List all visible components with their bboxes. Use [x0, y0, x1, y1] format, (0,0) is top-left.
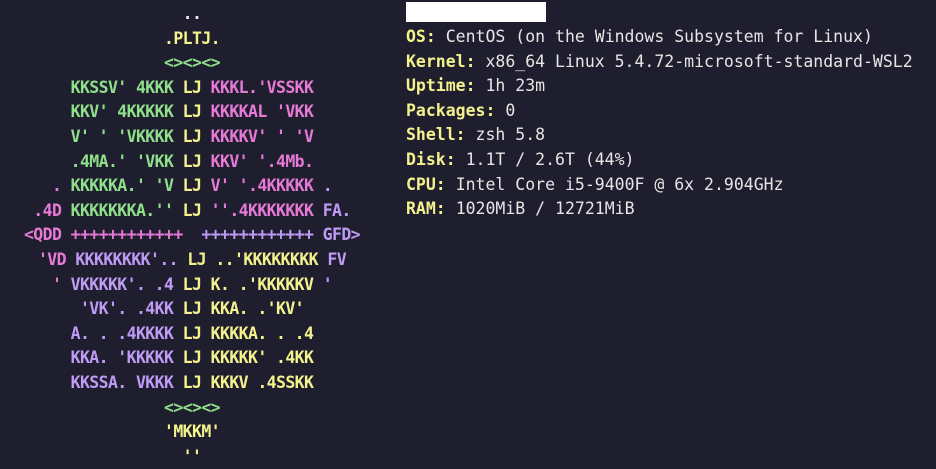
logo-segment: LJ: [182, 323, 211, 343]
logo-segment: K. .'KKKKKV: [210, 274, 323, 294]
info-row: CPU: Intel Core i5-9400F @ 6x 2.904GHz: [406, 173, 913, 198]
info-value: x86_64 Linux 5.4.72-microsoft-standard-W…: [485, 51, 913, 71]
logo-segment: A. . .4KKKK: [70, 323, 183, 343]
logo-line: . KKKKKA.' 'V LJ V' '.4KKKKK .: [0, 174, 384, 199]
logo-line: 'MKKM': [0, 420, 384, 445]
info-value: CentOS (on the Windows Subsystem for Lin…: [445, 27, 873, 46]
info-value: 1020MiB / 12721MiB: [455, 199, 635, 219]
logo-segment: 'VK'. .4KK: [79, 299, 183, 319]
logo-line: <QDD ++++++++++++ ++++++++++++ GFD>: [0, 223, 384, 248]
logo-segment: LJ: [182, 176, 211, 196]
info-row: OS: CentOS (on the Windows Subsystem for…: [406, 25, 913, 50]
logo-line: KKSSA. VKKK LJ KKKV .4SSKK: [0, 371, 384, 396]
logo-segment: FA.: [322, 200, 352, 220]
info-key: OS:: [406, 27, 436, 46]
info-row: Uptime: 1h 23m: [406, 74, 913, 99]
logo-line: .4D KKKKKKKA.'' LJ ''.4KKKKKKK FA.: [0, 199, 384, 224]
logo-line: KKA. 'KKKKK LJ KKKKK' .4KK: [0, 346, 384, 371]
logo-line: V' ' 'VKKKK LJ KKKKV' ' 'V: [0, 125, 384, 150]
info-value: Intel Core i5-9400F @ 6x 2.904GHz: [455, 174, 784, 194]
logo-segment: LJ: [182, 127, 211, 146]
logo-line: '': [0, 445, 384, 469]
logo-segment: LJ: [187, 250, 216, 269]
logo-segment: .: [322, 176, 333, 196]
info-key: RAM:: [406, 199, 446, 219]
info-key: Packages:: [406, 100, 496, 120]
logo-line: ' VKKKKK'. .4 LJ K. .'KKKKKV ': [0, 273, 384, 298]
logo-segment: 'VD: [37, 250, 76, 269]
logo-segment: KKSSV' 4KKK: [70, 77, 183, 97]
logo-segment: <><><>: [163, 53, 221, 73]
logo-segment: ++++++++++++ GFD>: [201, 225, 361, 245]
info-value: 0: [505, 100, 516, 120]
logo-segment: KKKKV' ' 'V: [210, 127, 314, 146]
logo-segment: LJ: [182, 200, 211, 220]
logo-segment: .4MA.' 'VKK: [70, 151, 183, 171]
info-value: zsh 5.8: [475, 125, 546, 145]
logo-segment: KKKKA. . .4: [210, 323, 314, 343]
logo-segment: KKKKAL 'VKK: [210, 102, 314, 122]
logo-line: <><><>: [0, 396, 384, 421]
logo-segment: LJ: [182, 373, 211, 392]
logo-segment: KKV' 4KKKKK: [70, 102, 183, 122]
info-key: Disk:: [406, 149, 456, 169]
info-row: Shell: zsh 5.8: [406, 123, 913, 148]
logo-segment: LJ: [182, 102, 211, 122]
logo-line: ..: [0, 2, 384, 27]
logo-segment: ..: [182, 4, 202, 23]
info-row: Packages: 0: [406, 99, 913, 124]
logo-line: 'VK'. .4KK LJ KKA. .'KV': [0, 297, 384, 322]
logo-segment: 'MKKM': [163, 422, 221, 442]
info-row: RAM: 1020MiB / 12721MiB: [406, 197, 913, 222]
logo-segment: FV: [327, 250, 347, 269]
logo-line: <><><>: [0, 51, 384, 76]
system-info-panel: OS: CentOS (on the Windows Subsystem for…: [406, 25, 913, 222]
logo-segment: ++++++++++++: [70, 225, 202, 245]
logo-line: KKSSV' 4KKK LJ KKKL.'VSSKK: [0, 76, 384, 101]
logo-segment: VKKKKK'. .4: [70, 274, 183, 294]
logo-segment: <><><>: [163, 397, 221, 417]
logo-segment: ': [322, 274, 333, 294]
logo-segment: .: [51, 176, 71, 196]
logo-segment: KKV' '.4Mb.: [210, 151, 314, 171]
info-value: 1.1T / 2.6T (44%): [465, 149, 635, 169]
logo-line: 'VD KKKKKKKK'.. LJ ..'KKKKKKKK FV: [0, 248, 384, 273]
logo-segment: ..'KKKKKKKK: [215, 250, 328, 269]
logo-segment: LJ: [182, 299, 211, 319]
redacted-hostname: [406, 2, 546, 22]
logo-segment: .4D: [33, 200, 71, 220]
info-key: CPU:: [406, 174, 446, 194]
logo-segment: ''.4KKKKKKK: [210, 200, 323, 220]
logo-segment: KKKKK' .4KK: [210, 348, 314, 368]
logo-line: .4MA.' 'VKK LJ KKV' '.4Mb.: [0, 150, 384, 175]
info-key: Uptime:: [406, 76, 476, 96]
logo-line: .PLTJ.: [0, 27, 384, 52]
info-row: Kernel: x86_64 Linux 5.4.72-microsoft-st…: [406, 50, 913, 75]
logo-segment: KKKL.'VSSKK: [210, 77, 314, 97]
logo-segment: KKSSA. VKKK: [70, 373, 183, 392]
logo-line: A. . .4KKKK LJ KKKKA. . .4: [0, 322, 384, 347]
logo-segment: KKKKKA.' 'V: [70, 176, 183, 196]
logo-segment: KKA. .'KV': [210, 299, 305, 319]
logo-segment: ': [51, 274, 71, 294]
logo-line: KKV' 4KKKKK LJ KKKKAL 'VKK: [0, 100, 384, 125]
info-row: Disk: 1.1T / 2.6T (44%): [406, 148, 913, 173]
logo-segment: .PLTJ.: [163, 28, 221, 48]
info-key: Shell:: [406, 125, 466, 145]
logo-segment: KKKV .4SSKK: [210, 373, 314, 392]
logo-segment: V' '.4KKKKK: [210, 176, 323, 196]
logo-segment: LJ: [182, 151, 211, 171]
logo-segment: V' ' 'VKKKK: [70, 127, 183, 146]
logo-segment: LJ: [182, 348, 211, 368]
logo-segment: KKKKKKKK'..: [75, 250, 188, 269]
logo-segment: KKKKKKKA.'': [70, 200, 183, 220]
logo-segment: <QDD: [23, 225, 71, 245]
logo-segment: KKA. 'KKKKK: [70, 348, 183, 368]
info-key: Kernel:: [406, 51, 476, 71]
info-value: 1h 23m: [485, 76, 546, 96]
logo-segment: LJ: [182, 77, 211, 97]
logo-segment: LJ: [182, 274, 211, 294]
